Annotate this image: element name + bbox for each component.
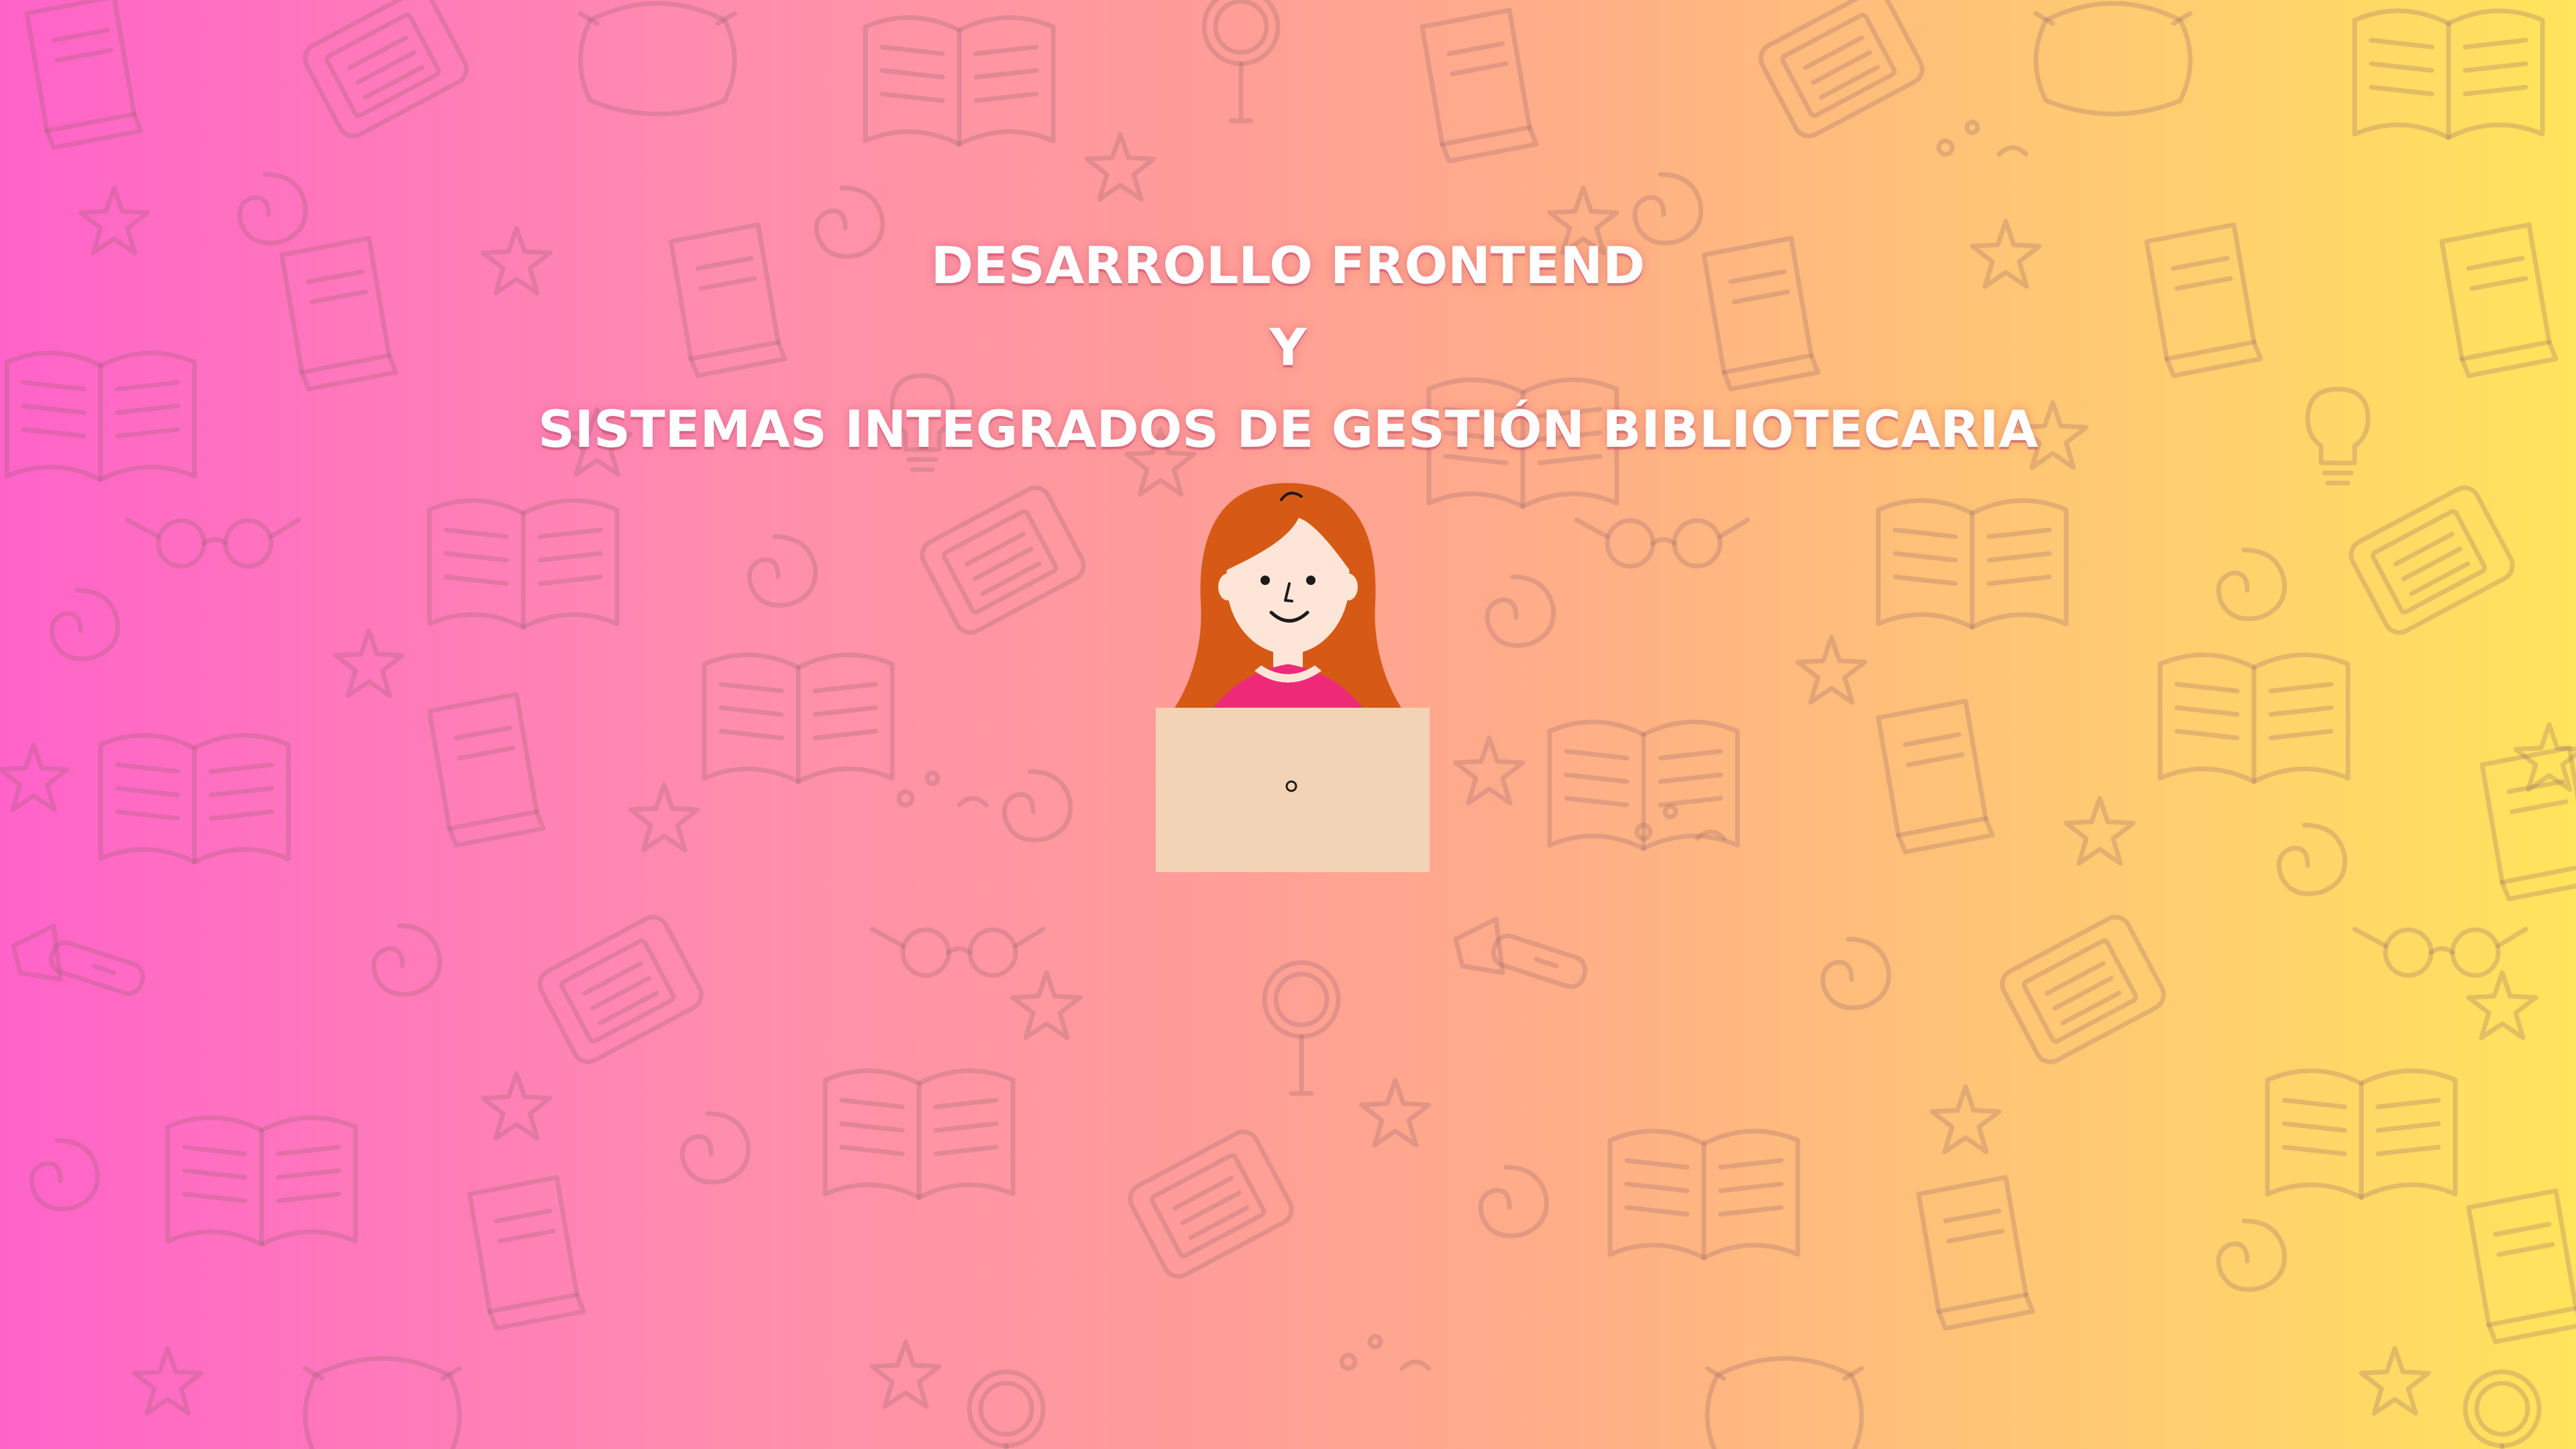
- title-line-2: Y: [1269, 317, 1307, 377]
- banner: DESARROLLO FRONTEND Y SISTEMAS INTEGRADO…: [0, 0, 2576, 1449]
- title-line-1: DESARROLLO FRONTEND: [930, 235, 1646, 295]
- title-line-3: SISTEMAS INTEGRADOS DE GESTIÓN BIBLIOTEC…: [537, 399, 2039, 459]
- banner-title: DESARROLLO FRONTEND Y SISTEMAS INTEGRADO…: [0, 225, 2576, 470]
- woman-with-laptop-illustration: [1156, 483, 1430, 872]
